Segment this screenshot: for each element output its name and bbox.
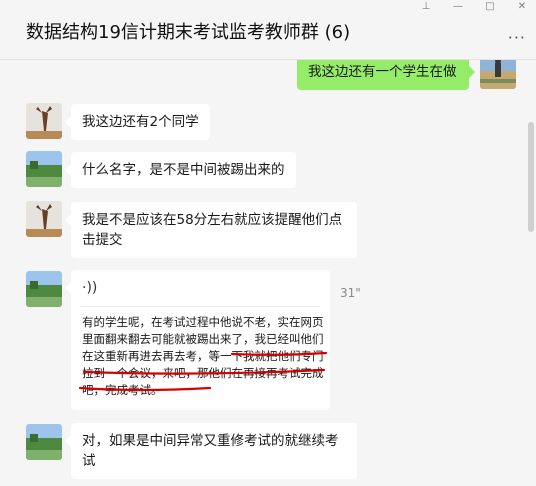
maximize-icon[interactable]: □ [478, 0, 502, 14]
pin-icon[interactable]: ⊥ [414, 0, 438, 14]
chat-title: 数据结构19信计期末考试监考教师群 (6) [26, 22, 351, 43]
minimize-icon[interactable]: — [446, 0, 470, 14]
more-options-button[interactable]: ··· [508, 28, 526, 47]
member-avatar[interactable] [26, 424, 62, 460]
close-icon[interactable]: ✕ [510, 0, 534, 14]
message-bubble[interactable]: 对，如果是中间异常又重修考试的就继续考试 [65, 423, 357, 479]
chat-area[interactable]: 我这边还有一个学生在做 我这边还有2个同学 什么名字，是不是中间被踢出来的 我是… [0, 60, 536, 486]
title-bar: 数据结构19信计期末考试监考教师群 (6) ⊥ — □ ✕ ··· [0, 0, 536, 60]
